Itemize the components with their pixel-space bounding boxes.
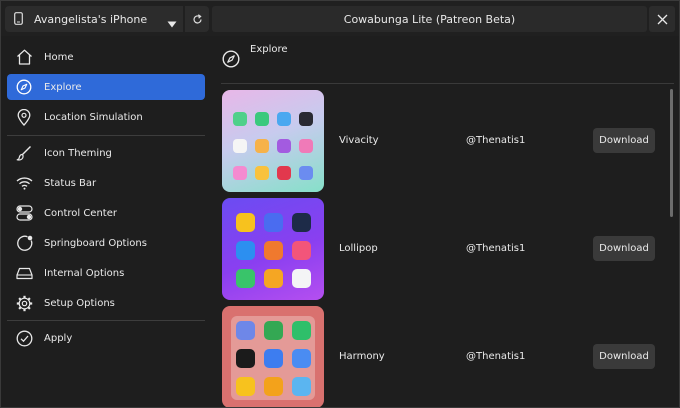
checkmark-circle-icon bbox=[15, 329, 33, 347]
sidebar-item-label: Explore bbox=[44, 81, 82, 93]
sidebar-item-label: Control Center bbox=[44, 207, 117, 219]
download-button[interactable]: Download bbox=[593, 236, 655, 261]
theme-name: Lollipop bbox=[339, 243, 378, 254]
springboard-icon bbox=[15, 234, 33, 252]
close-button[interactable] bbox=[649, 6, 675, 32]
sidebar-item-location-simulation[interactable]: Location Simulation bbox=[7, 104, 205, 130]
app-icon bbox=[235, 320, 255, 340]
compass-icon bbox=[222, 50, 240, 72]
app-icon-grid bbox=[229, 106, 317, 186]
sidebar-item-label: Setup Options bbox=[44, 297, 115, 309]
theme-name: Vivacity bbox=[339, 135, 379, 146]
sidebar-item-setup-options[interactable]: Setup Options bbox=[7, 290, 205, 316]
sidebar-item-label: Internal Options bbox=[44, 267, 125, 279]
sidebar-item-label: Apply bbox=[44, 332, 73, 344]
toggles-icon bbox=[15, 204, 33, 222]
app-icon bbox=[263, 268, 283, 288]
theme-preview-lollipop[interactable] bbox=[222, 198, 324, 300]
app-icon bbox=[263, 212, 283, 232]
window-title: Cowabunga Lite (Patreon Beta) bbox=[212, 6, 647, 32]
app-icon bbox=[299, 112, 313, 127]
app-window: Avangelista's iPhone Cowabunga Lite (Pat… bbox=[0, 0, 680, 408]
theme-name: Harmony bbox=[339, 351, 385, 362]
app-icon bbox=[277, 112, 291, 127]
app-icon bbox=[263, 376, 283, 396]
compass-icon bbox=[15, 78, 33, 96]
app-icon bbox=[235, 348, 255, 368]
app-icon bbox=[291, 268, 311, 288]
app-icon bbox=[233, 165, 247, 180]
sidebar-item-label: Icon Theming bbox=[44, 147, 112, 159]
refresh-button[interactable] bbox=[185, 6, 209, 32]
app-icon bbox=[291, 348, 311, 368]
app-icon bbox=[291, 240, 311, 260]
location-pin-icon bbox=[15, 108, 33, 126]
device-name: Avangelista's iPhone bbox=[34, 12, 148, 26]
app-icon bbox=[235, 212, 255, 232]
app-icon-grid bbox=[231, 208, 315, 292]
app-icon bbox=[277, 165, 291, 180]
sidebar-divider bbox=[7, 135, 205, 136]
app-icon bbox=[235, 268, 255, 288]
download-button[interactable]: Download bbox=[593, 128, 655, 153]
app-icon bbox=[263, 240, 283, 260]
app-icon bbox=[255, 165, 269, 180]
home-icon bbox=[15, 48, 33, 66]
sidebar-item-apply[interactable]: Apply bbox=[7, 325, 205, 351]
app-icon bbox=[291, 212, 311, 232]
app-icon bbox=[263, 320, 283, 340]
phone-icon bbox=[14, 10, 23, 29]
theme-row-lollipop: Lollipop @Thenatis1 Download bbox=[213, 198, 663, 302]
close-icon bbox=[657, 10, 668, 29]
theme-preview-vivacity[interactable] bbox=[222, 90, 324, 192]
sidebar: Home Explore Location Simulation Icon Th… bbox=[1, 37, 211, 407]
sidebar-item-control-center[interactable]: Control Center bbox=[7, 200, 205, 226]
theme-row-harmony: Harmony @Thenatis1 Download bbox=[213, 306, 663, 407]
app-icon bbox=[233, 112, 247, 127]
app-icon bbox=[277, 138, 291, 153]
header-divider bbox=[221, 83, 674, 84]
sidebar-divider bbox=[7, 320, 205, 321]
scrollbar[interactable] bbox=[670, 89, 673, 217]
download-button[interactable]: Download bbox=[593, 344, 655, 369]
theme-author: @Thenatis1 bbox=[466, 351, 526, 362]
sidebar-item-status-bar[interactable]: Status Bar bbox=[7, 170, 205, 196]
theme-author: @Thenatis1 bbox=[466, 135, 526, 146]
app-icon bbox=[255, 138, 269, 153]
explore-panel: Explore Vivacity @Thenatis1 Download Lol… bbox=[213, 37, 679, 407]
app-icon bbox=[263, 348, 283, 368]
wifi-icon bbox=[15, 174, 33, 192]
page-title: Explore bbox=[250, 44, 288, 55]
app-icon bbox=[235, 240, 255, 260]
theme-preview-harmony[interactable] bbox=[222, 306, 324, 407]
sidebar-item-springboard-options[interactable]: Springboard Options bbox=[7, 230, 205, 256]
top-bar: Avangelista's iPhone Cowabunga Lite (Pat… bbox=[1, 1, 679, 36]
sidebar-item-home[interactable]: Home bbox=[7, 44, 205, 70]
theme-author: @Thenatis1 bbox=[466, 243, 526, 254]
app-icon bbox=[299, 138, 313, 153]
sidebar-item-label: Location Simulation bbox=[44, 111, 143, 123]
gear-icon bbox=[15, 294, 33, 312]
refresh-icon bbox=[192, 10, 203, 29]
app-icon-grid bbox=[231, 316, 315, 400]
device-selector[interactable]: Avangelista's iPhone bbox=[5, 6, 183, 32]
app-icon bbox=[299, 165, 313, 180]
app-icon bbox=[291, 320, 311, 340]
sidebar-item-internal-options[interactable]: Internal Options bbox=[7, 260, 205, 286]
app-icon bbox=[235, 376, 255, 396]
app-icon bbox=[255, 112, 269, 127]
theme-row-vivacity: Vivacity @Thenatis1 Download bbox=[213, 90, 663, 194]
sidebar-item-label: Status Bar bbox=[44, 177, 97, 189]
drive-icon bbox=[15, 264, 33, 282]
sidebar-item-icon-theming[interactable]: Icon Theming bbox=[7, 140, 205, 166]
brush-icon bbox=[15, 144, 33, 162]
app-icon bbox=[233, 138, 247, 153]
sidebar-item-explore[interactable]: Explore bbox=[7, 74, 205, 100]
app-icon bbox=[291, 376, 311, 396]
sidebar-item-label: Springboard Options bbox=[44, 237, 147, 249]
sidebar-item-label: Home bbox=[44, 51, 74, 63]
chevron-down-icon[interactable] bbox=[167, 14, 177, 33]
